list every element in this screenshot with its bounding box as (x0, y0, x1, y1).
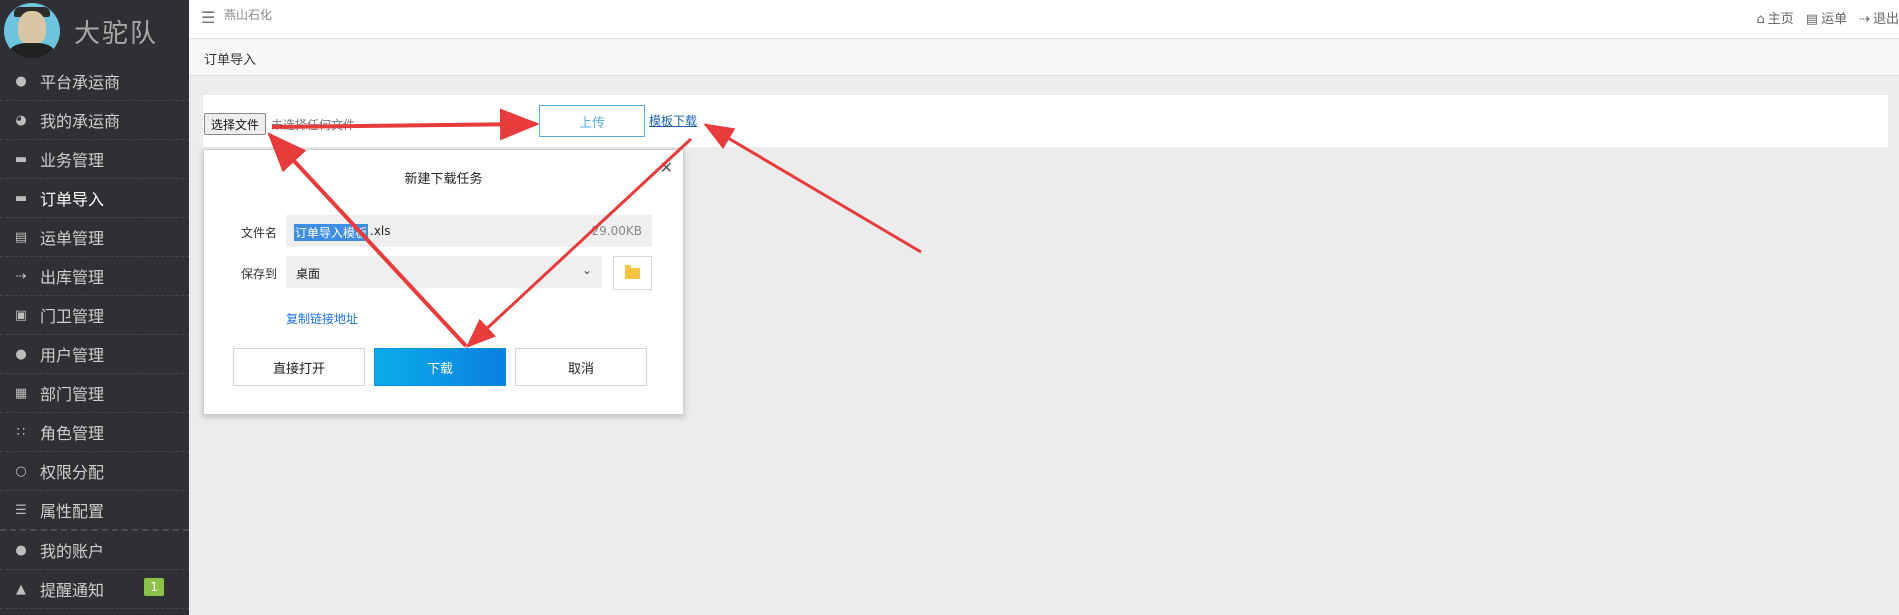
sidebar-item-label: 平台承运商 (40, 73, 121, 92)
sidebar-item-label: 我的账户 (40, 542, 105, 561)
sidebar-item-my-carrier[interactable]: ◕ 我的承运商 (0, 101, 189, 140)
choose-file-button[interactable]: 选择文件 (204, 113, 267, 135)
sidebar-item-label: 出库管理 (40, 268, 105, 287)
chevron-down-icon: ⌄ (581, 263, 592, 277)
grid-icon: ▦ (14, 385, 28, 401)
sidebar-item-notifications[interactable]: ▲ 提醒通知 1 (0, 570, 189, 609)
sidebar-item-label: 我的承运商 (40, 112, 121, 131)
logout-link-label: 退出 (1872, 12, 1899, 27)
sidebar-item-business[interactable]: ▬ 业务管理 (0, 140, 189, 179)
logout-link[interactable]: ⇢ 退出 (1859, 8, 1899, 27)
folder-icon: ▬ (14, 190, 28, 206)
saveto-select[interactable]: 桌面 ⌄ (286, 256, 602, 288)
page-title: 订单导入 (204, 53, 257, 68)
org-name: 燕山石化 (224, 8, 273, 22)
folder-icon (625, 264, 640, 279)
dialog-title: 新建下载任务 (404, 172, 483, 187)
upload-panel: 选择文件 未选择任何文件 上传 模板下载 (203, 95, 1888, 147)
sidebar-item-label: 订单导入 (40, 190, 105, 209)
waybill-link[interactable]: ▤ 运单 (1806, 8, 1847, 27)
no-file-text: 未选择任何文件 (271, 118, 356, 132)
clipboard-icon: ▣ (14, 307, 28, 323)
sidebar-item-platform-carrier[interactable]: ● 平台承运商 (0, 62, 189, 101)
sidebar-item-permissions[interactable]: ○ 权限分配 (0, 452, 189, 491)
home-icon: ⌂ (1756, 12, 1765, 27)
sidebar-item-departments[interactable]: ▦ 部门管理 (0, 374, 189, 413)
sidebar-nav: ● 平台承运商 ◕ 我的承运商 ▬ 业务管理 ▬ 订单导入 ▤ 运单管理 ⇢ 出库管理 ▣ 门… (0, 62, 189, 609)
sidebar-item-label: 部门管理 (40, 385, 105, 404)
folder-icon: ▬ (14, 151, 28, 167)
open-directly-button[interactable]: 直接打开 (233, 348, 365, 386)
filename-label: 文件名 (241, 226, 278, 240)
file-size: 29.00KB (591, 224, 642, 238)
sidebar: 大驼队 ● 平台承运商 ◕ 我的承运商 ▬ 业务管理 ▬ 订单导入 ▤ 运单管理 ⇢ 出库管… (0, 0, 189, 615)
browse-folder-button[interactable] (613, 256, 652, 290)
users-icon: ● (15, 346, 27, 362)
logout-icon: ⇢ (1859, 12, 1870, 27)
brand: 大驼队 (0, 0, 189, 62)
sidebar-item-label: 属性配置 (40, 502, 105, 521)
sidebar-item-account[interactable]: ● 我的账户 (0, 531, 189, 570)
file-icon: ▤ (1805, 12, 1819, 27)
cancel-button[interactable]: 取消 (515, 348, 647, 386)
sidebar-item-label: 用户管理 (40, 346, 105, 365)
brand-logo (4, 3, 60, 59)
sidebar-item-label: 角色管理 (40, 424, 105, 443)
waybill-link-label: 运单 (1821, 12, 1848, 27)
list-icon: ☰ (15, 502, 27, 518)
dots-grid-icon: ∷ (16, 424, 26, 440)
sidebar-item-label: 门卫管理 (40, 307, 105, 326)
sidebar-item-guard[interactable]: ▣ 门卫管理 (0, 296, 189, 335)
top-links: ⌂ 主页 ▤ 运单 ⇢ 退出 (1756, 8, 1899, 27)
home-link-label: 主页 (1767, 12, 1794, 27)
topbar: ☰ 燕山石化 ⌂ 主页 ▤ 运单 ⇢ 退出 (189, 0, 1899, 39)
filename-field[interactable]: 订单导入模板 .xls 29.00KB (286, 215, 652, 247)
sidebar-item-label: 业务管理 (40, 151, 105, 170)
filename-selected-text: 订单导入模板 (294, 224, 369, 241)
bell-icon: ▲ (16, 581, 26, 597)
pie-chart-icon: ◕ (15, 112, 27, 128)
sidebar-item-label: 权限分配 (40, 463, 105, 482)
menu-icon[interactable]: ☰ (201, 8, 215, 27)
document-icon: ▤ (14, 229, 28, 245)
sidebar-item-label: 运单管理 (40, 229, 105, 248)
notification-badge: 1 (144, 578, 164, 596)
download-button[interactable]: 下载 (374, 348, 506, 386)
sidebar-item-attributes[interactable]: ☰ 属性配置 (0, 491, 189, 531)
sidebar-item-label: 提醒通知 (40, 581, 105, 600)
brand-name: 大驼队 (74, 18, 159, 49)
close-icon[interactable]: ✕ (660, 158, 673, 177)
home-link[interactable]: ⌂ 主页 (1756, 8, 1793, 27)
sidebar-item-roles[interactable]: ∷ 角色管理 (0, 413, 189, 452)
breadcrumb: 订单导入 (189, 39, 1899, 76)
sidebar-item-order-import[interactable]: ▬ 订单导入 (0, 179, 189, 218)
sidebar-item-waybill[interactable]: ▤ 运单管理 (0, 218, 189, 257)
unlock-icon: ○ (15, 463, 27, 479)
sign-out-icon: ⇢ (15, 268, 27, 284)
template-download-link[interactable]: 模板下载 (649, 112, 697, 129)
download-dialog: 新建下载任务 ✕ 文件名 订单导入模板 .xls 29.00KB 保存到 桌面 … (203, 149, 684, 415)
saveto-label: 保存到 (241, 267, 278, 281)
saveto-value: 桌面 (296, 267, 321, 281)
filename-extension: .xls (370, 224, 391, 238)
copy-link-address[interactable]: 复制链接地址 (286, 310, 358, 327)
sidebar-item-users[interactable]: ● 用户管理 (0, 335, 189, 374)
upload-button[interactable]: 上传 (539, 105, 645, 137)
user-icon: ● (15, 73, 27, 89)
sidebar-item-outbound[interactable]: ⇢ 出库管理 (0, 257, 189, 296)
account-icon: ● (15, 542, 27, 558)
